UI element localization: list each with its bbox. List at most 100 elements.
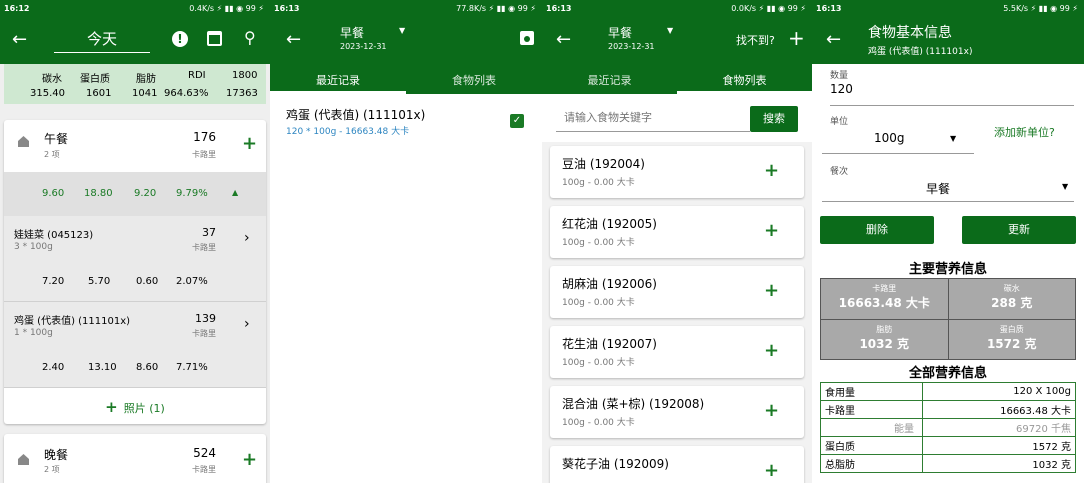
- search-icon[interactable]: ⚲: [244, 30, 256, 46]
- summary-header-rdi: RDI: [188, 70, 206, 81]
- collapse-icon[interactable]: ▲: [232, 188, 238, 197]
- add-dinner-icon[interactable]: +: [242, 449, 257, 470]
- food-cal-unit: 卡路里: [192, 329, 216, 338]
- status-bar: 16:13 0.0K/s ⚡ ▮▮ ◉ 99 ⚡: [542, 0, 812, 18]
- back-arrow-icon[interactable]: ←: [12, 31, 27, 49]
- date-title[interactable]: 今天: [54, 28, 150, 53]
- add-food-icon[interactable]: +: [764, 220, 779, 241]
- food-protein: 5.70: [88, 276, 111, 287]
- summary-header-protein: 蛋白质: [80, 74, 110, 85]
- tab-food-list[interactable]: 食物列表: [406, 64, 542, 94]
- tab-recent[interactable]: 最近记录: [270, 64, 406, 94]
- nutrient-value: 16663.48 大卡: [922, 400, 1076, 419]
- not-found-link[interactable]: 找不到?: [736, 32, 775, 48]
- add-food-icon[interactable]: +: [764, 280, 779, 301]
- food-carbs: 2.40: [42, 362, 65, 373]
- add-lunch-icon[interactable]: +: [242, 133, 257, 154]
- nutrition-row: 蛋白质 1572 克: [820, 436, 1076, 455]
- recent-item[interactable]: 鸡蛋 (代表值) (111101x) 120 * 100g - 16663.48…: [270, 96, 542, 146]
- summary-value-carbs: 315.40: [30, 88, 65, 99]
- dropdown-icon[interactable]: ▼: [667, 26, 673, 35]
- quantity-label: 数量: [830, 71, 849, 81]
- food-protein: 13.10: [88, 362, 117, 373]
- lunch-cal-unit: 卡路里: [192, 150, 216, 159]
- tab-food-list[interactable]: 食物列表: [677, 64, 812, 94]
- add-unit-link[interactable]: 添加新单位?: [994, 124, 1055, 140]
- chevron-right-icon[interactable]: ›: [244, 316, 250, 332]
- status-icons: 0.4K/s ⚡ ▮▮ ◉ 99 ⚡: [189, 4, 264, 13]
- save-icon[interactable]: [520, 31, 534, 45]
- photo-button[interactable]: + 照片 (1): [4, 388, 266, 424]
- lunch-total-fat: 9.20: [134, 188, 157, 199]
- food-entry[interactable]: 鸡蛋 (代表值) (111101x) 1 * 100g 139 卡路里 › 2.…: [4, 302, 266, 388]
- status-icons: 5.5K/s ⚡ ▮▮ ◉ 99 ⚡: [1003, 4, 1078, 13]
- meal-icon: [18, 454, 29, 465]
- lunch-count: 2 项: [44, 150, 60, 159]
- status-icons: 0.0K/s ⚡ ▮▮ ◉ 99 ⚡: [731, 4, 806, 13]
- quantity-field[interactable]: 120: [830, 82, 1074, 106]
- nutrient-value: 120 X 100g: [922, 382, 1076, 401]
- date-label: 2023-12-31: [340, 42, 387, 51]
- food-name: 花生油 (192007): [562, 337, 657, 351]
- search-input[interactable]: [556, 104, 750, 132]
- unit-select[interactable]: 100g ▼: [822, 128, 974, 154]
- food-calories: 139: [195, 312, 216, 325]
- back-arrow-icon[interactable]: ←: [286, 31, 301, 49]
- chevron-right-icon[interactable]: ›: [244, 230, 250, 246]
- meal-value: 早餐: [926, 182, 951, 196]
- update-button[interactable]: 更新: [962, 216, 1076, 244]
- lunch-card: 午餐 2 项 176 卡路里 + 9.60 18.80 9.20 9.79% ▲…: [4, 120, 266, 424]
- main-nutrition-grid: 卡路里 16663.48 大卡 碳水 288 克 脂肪 1032 克 蛋白质 1572 …: [820, 278, 1076, 360]
- food-list-item[interactable]: 豆油 (192004) 100g - 0.00 大卡 +: [550, 146, 804, 198]
- alert-icon[interactable]: !: [172, 31, 188, 47]
- food-detail: 100g - 0.00 大卡: [562, 178, 635, 188]
- app-bar: ← 早餐 ▼ 2023-12-31: [270, 18, 542, 64]
- app-bar: ← 今天 ! ⚲: [0, 18, 270, 64]
- calendar-icon[interactable]: [207, 31, 222, 46]
- food-list-item[interactable]: 葵花子油 (192009) +: [550, 446, 804, 483]
- add-food-icon[interactable]: +: [764, 460, 779, 481]
- unit-label: 单位: [830, 117, 849, 127]
- food-list-item[interactable]: 混合油 (菜+棕) (192008) 100g - 0.00 大卡 +: [550, 386, 804, 438]
- back-arrow-icon[interactable]: ←: [826, 31, 841, 49]
- food-rdi: 7.71%: [176, 362, 208, 373]
- food-list-item[interactable]: 红花油 (192005) 100g - 0.00 大卡 +: [550, 206, 804, 258]
- lunch-totals-row[interactable]: 9.60 18.80 9.20 9.79% ▲: [4, 172, 266, 216]
- add-food-icon[interactable]: +: [764, 340, 779, 361]
- add-icon[interactable]: +: [788, 26, 805, 50]
- app-bar: ← 食物基本信息 鸡蛋 (代表值) (111101x): [812, 18, 1084, 64]
- cell-label: 卡路里: [872, 284, 897, 293]
- tab-recent[interactable]: 最近记录: [542, 64, 677, 94]
- nutrition-row: 卡路里 16663.48 大卡: [820, 400, 1076, 419]
- main-fat-cell: 脂肪 1032 克: [821, 319, 948, 359]
- meal-selector[interactable]: 早餐: [340, 24, 364, 41]
- add-food-icon[interactable]: +: [764, 160, 779, 181]
- status-time: 16:13: [274, 4, 300, 13]
- food-carbs: 7.20: [42, 276, 65, 287]
- meal-select[interactable]: 早餐 ▼: [822, 176, 1074, 202]
- add-food-icon[interactable]: +: [764, 400, 779, 421]
- checkbox-checked-icon[interactable]: ✓: [510, 114, 524, 128]
- status-icons: 77.8K/s ⚡ ▮▮ ◉ 99 ⚡: [456, 4, 536, 13]
- main-nutrition-title: 主要营养信息: [908, 262, 987, 277]
- nutrient-name: 食用量: [820, 382, 923, 401]
- food-list-item[interactable]: 花生油 (192007) 100g - 0.00 大卡 +: [550, 326, 804, 378]
- back-arrow-icon[interactable]: ←: [556, 31, 571, 49]
- food-detail: 100g - 0.00 大卡: [562, 418, 635, 428]
- cell-label: 蛋白质: [999, 324, 1024, 334]
- summary-value-protein: 1601: [86, 88, 112, 99]
- food-info-screen: 16:13 5.5K/s ⚡ ▮▮ ◉ 99 ⚡ ← 食物基本信息 鸡蛋 (代表…: [812, 0, 1084, 483]
- food-list-item[interactable]: 胡麻油 (192006) 100g - 0.00 大卡 +: [550, 266, 804, 318]
- meal-selector[interactable]: 早餐: [608, 24, 632, 41]
- food-entry[interactable]: 娃娃菜 (045123) 3 * 100g 37 卡路里 › 7.20 5.70…: [4, 216, 266, 302]
- delete-button[interactable]: 删除: [820, 216, 934, 244]
- all-nutrition-table: 食用量 120 X 100g 卡路里 16663.48 大卡 能量 69720 千焦 蛋白质…: [820, 382, 1076, 473]
- all-nutrition-title: 全部营养信息: [908, 366, 987, 381]
- app-bar: ← 早餐 ▼ 2023-12-31 找不到? +: [542, 18, 812, 64]
- date-label: 2023-12-31: [608, 42, 655, 51]
- nutrient-name: 能量: [820, 418, 923, 437]
- dropdown-icon[interactable]: ▼: [399, 26, 405, 35]
- search-button[interactable]: 搜索: [750, 106, 798, 132]
- nutrient-value: 1572 克: [922, 436, 1076, 455]
- cell-label: 脂肪: [876, 324, 893, 334]
